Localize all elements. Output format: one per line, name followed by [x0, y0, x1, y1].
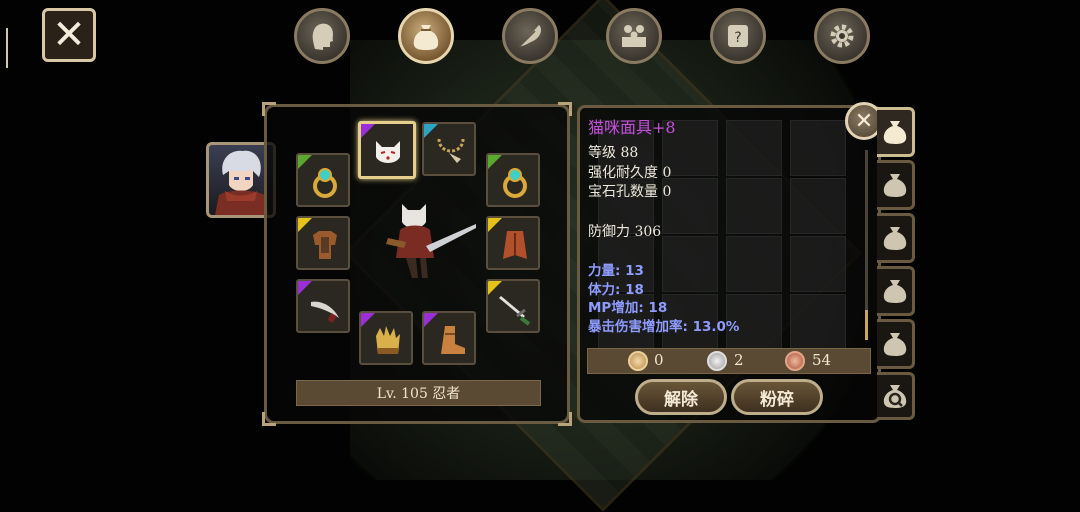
item-stat: 体力: 18 [588, 281, 644, 298]
gold-coin-icon [628, 351, 648, 371]
item-stat: MP增加: 18 [588, 300, 668, 316]
slot-ring-right[interactable] [486, 153, 540, 207]
dagger-icon [311, 301, 339, 323]
panel-corner [558, 412, 572, 426]
slot-boots[interactable] [422, 311, 476, 365]
slot-gloves[interactable] [359, 311, 413, 365]
bag-tab-search[interactable] [877, 372, 915, 420]
slot-weapon[interactable] [486, 279, 540, 333]
bag-tab-4[interactable] [877, 266, 915, 316]
slot-armor[interactable] [296, 216, 350, 270]
item-info: 猫咪面具+8 等级 88 强化耐久度 0 宝石孔数量 0 防御力 306 力量:… [588, 114, 858, 336]
smash-button[interactable]: 粉碎 [731, 379, 823, 415]
slot-cape[interactable] [486, 216, 540, 270]
gold-amount: 0 [654, 351, 664, 369]
bronze-coin-icon [785, 351, 805, 371]
slot-mask[interactable] [358, 121, 416, 179]
slot-offhand[interactable] [296, 279, 350, 333]
item-name: 猫咪面具+8 [588, 118, 676, 137]
silver-amount: 2 [734, 351, 744, 369]
bag-tab-3[interactable] [877, 213, 915, 263]
scrollbar-thumb[interactable] [865, 310, 868, 340]
item-stat: 力量: 13 [588, 263, 644, 279]
bronze-amount: 54 [812, 351, 832, 369]
bag-icon [883, 227, 906, 250]
tab-skills[interactable] [502, 8, 558, 64]
close-icon: ✕ [854, 108, 874, 134]
unequip-button[interactable]: 解除 [635, 379, 727, 415]
glove-icon [376, 326, 400, 354]
tab-inventory[interactable] [398, 8, 454, 64]
item-defense: 防御力 306 [588, 223, 662, 240]
panel-corner [262, 412, 276, 426]
character-sprite [386, 204, 476, 278]
silver-coin-icon [707, 351, 727, 371]
necklace-icon [437, 138, 465, 163]
scroll-icon: ? [728, 25, 748, 47]
armor-icon [313, 231, 337, 259]
sword-icon [499, 296, 531, 326]
tab-party[interactable] [606, 8, 662, 64]
tab-character[interactable] [294, 8, 350, 64]
screen-edge-indicator [6, 28, 8, 68]
cape-icon [503, 231, 527, 259]
feather-icon [518, 25, 541, 48]
bag-icon [413, 25, 439, 50]
bag-icon [883, 280, 906, 303]
panel-corner [558, 102, 572, 116]
bag-icon [883, 121, 906, 144]
cat-mask-icon [376, 141, 400, 163]
bag-icon [883, 174, 906, 197]
item-stat: 暴击伤害增加率: 13.0% [588, 318, 740, 335]
bag-icon [883, 333, 906, 356]
character-level-label: Lv. 105 忍者 [296, 380, 541, 406]
panel-corner [262, 102, 276, 116]
bag-tab-1[interactable] [877, 107, 915, 157]
gear-icon [830, 24, 854, 48]
bag-tab-5[interactable] [877, 319, 915, 369]
ring-icon [503, 168, 527, 198]
slot-necklace[interactable] [422, 122, 476, 176]
tab-quests[interactable]: ? [710, 8, 766, 64]
item-sockets: 宝石孔数量 0 [588, 184, 672, 200]
ring-icon [313, 168, 337, 198]
slot-ring-left[interactable] [296, 153, 350, 207]
item-durability: 强化耐久度 0 [588, 164, 672, 181]
close-icon: ✕ [52, 12, 86, 58]
bag-tab-2[interactable] [877, 160, 915, 210]
head-icon [312, 23, 333, 50]
svg-text:?: ? [734, 30, 741, 46]
item-level: 等级 88 [588, 145, 639, 161]
tab-settings[interactable] [814, 8, 870, 64]
bag-search-icon [883, 385, 906, 408]
boot-icon [441, 326, 465, 354]
close-button[interactable]: ✕ [42, 8, 96, 62]
people-icon [622, 25, 646, 47]
